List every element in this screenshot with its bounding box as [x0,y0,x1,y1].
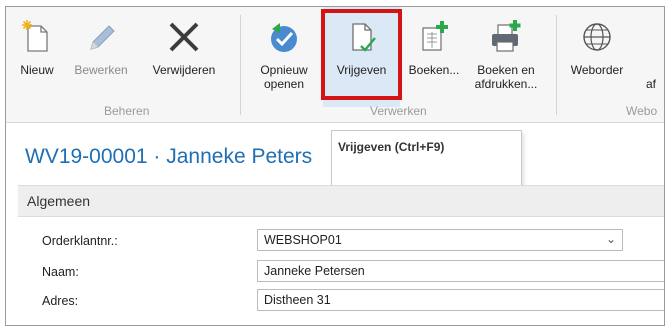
release-document-check-icon [351,23,376,52]
weborder-more-button[interactable]: af [646,7,664,107]
group-label-beheren: Beheren [104,104,150,118]
release-button[interactable]: Vrijgeven [323,7,400,107]
new-button-label: Nieuw [20,63,54,77]
reopen-button-label: Opnieuw openen [260,63,308,91]
delete-button[interactable]: Verwijderen [146,7,222,107]
delete-button-label: Verwijderen [152,63,216,77]
ribbon: Nieuw Bewerken Verwijderen Beheren Opnie… [6,7,664,123]
adres-label: Adres: [42,294,79,308]
tooltip-text: Vrijgeven (Ctrl+F9) [338,140,445,154]
page-title: WV19-00001 · Janneke Peters [25,145,313,168]
x-delete-icon [169,22,199,52]
section-header-general[interactable]: Algemeen [18,185,664,217]
group-label-webo: Webo [626,104,658,118]
new-button[interactable]: Nieuw [12,7,62,107]
weborder-button[interactable]: Weborder [564,7,630,107]
orderklantnr-value: WEBSHOP01 [264,233,342,247]
group-label-verwerken: Verwerken [370,104,427,118]
chevron-down-icon: ⌄ [605,232,616,246]
group-separator [240,15,241,115]
naam-value: Janneke Petersen [264,264,365,278]
release-button-label: Vrijgeven [336,63,387,77]
globe-icon [583,23,611,51]
naam-label: Naam: [42,265,79,279]
new-document-icon [22,20,48,52]
weborder-more-label: af [646,77,657,91]
post-document-icon [422,21,448,51]
reopen-icon [271,23,297,52]
post-print-button[interactable]: Boeken en afdrukken... [466,7,546,107]
group-separator-2 [556,15,557,115]
edit-button-label: Bewerken [74,63,128,77]
reopen-button[interactable]: Opnieuw openen [253,7,315,107]
post-print-button-label: Boeken en afdrukken... [474,63,538,91]
section-label: Algemeen [27,193,91,209]
post-print-icon [492,20,521,52]
adres-field[interactable]: Distheen 31 [257,289,664,311]
post-button-label: Boeken... [408,63,460,77]
window: Nieuw Bewerken Verwijderen Beheren Opnie… [5,6,665,326]
orderklantnr-select[interactable]: WEBSHOP01 ⌄ [257,229,623,251]
post-button[interactable]: Boeken... [403,7,465,107]
naam-field[interactable]: Janneke Petersen [257,260,664,282]
orderklantnr-label: Orderklantnr.: [42,234,118,248]
edit-button[interactable]: Bewerken [70,7,132,107]
adres-value: Distheen 31 [264,293,331,307]
pencil-icon [90,25,115,50]
weborder-button-label: Weborder [570,63,624,77]
